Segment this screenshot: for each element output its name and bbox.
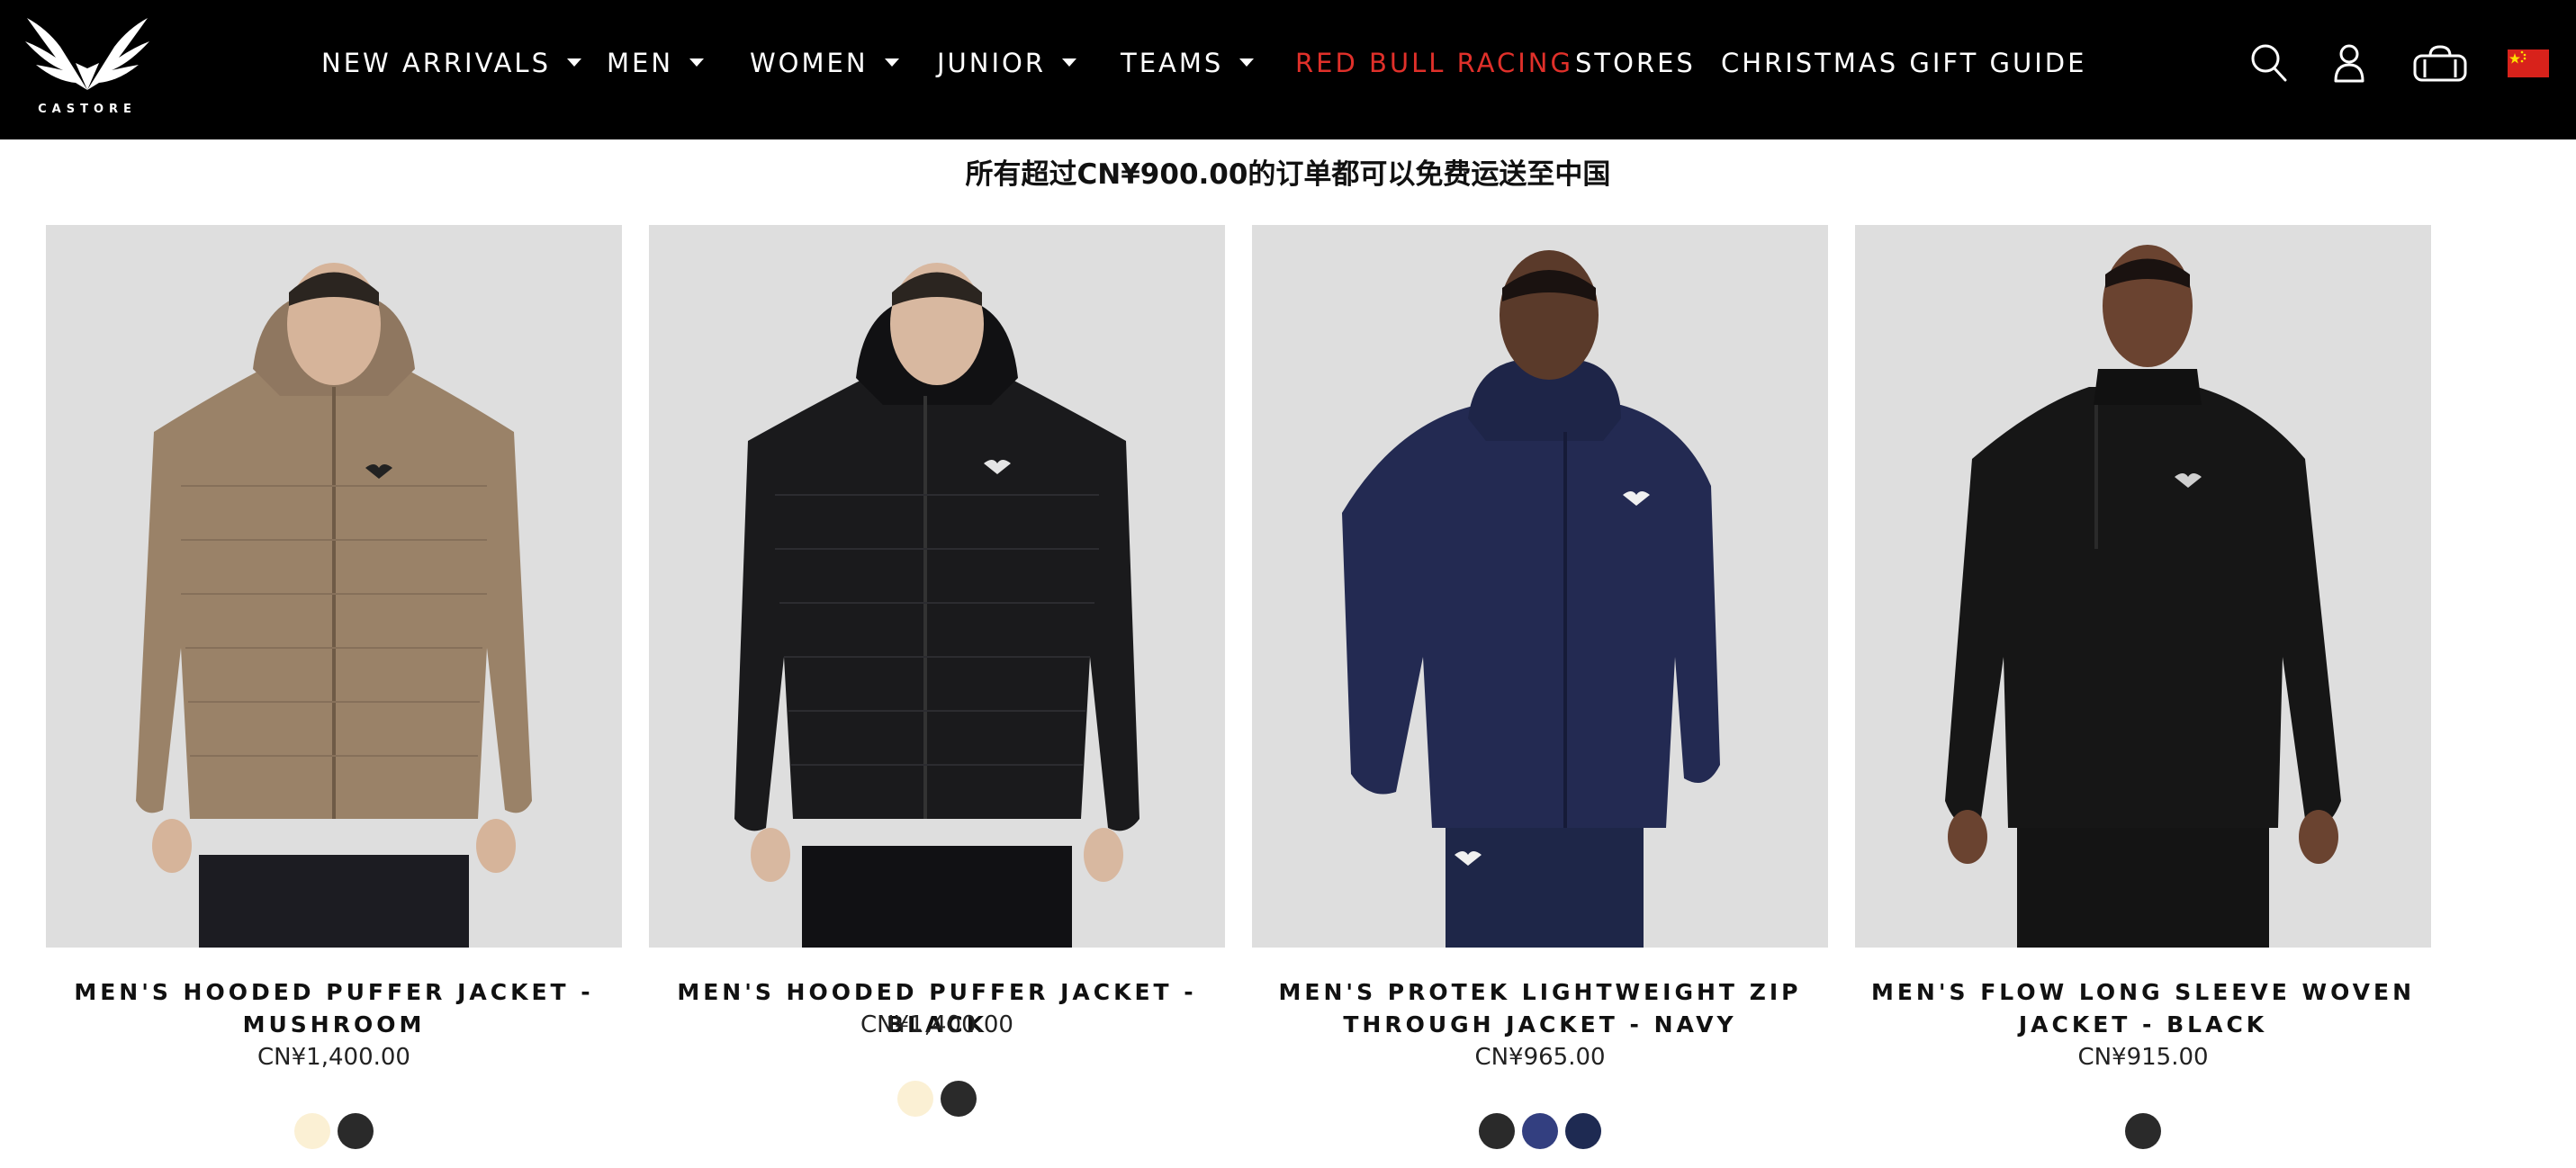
model-jacket-image [1342,250,1720,948]
caret-down-icon [1239,58,1255,67]
color-swatches [46,1113,622,1153]
wings-logo-icon [25,18,149,90]
product-price: CN¥965.00 [1474,1044,1606,1071]
swatch-black[interactable] [2125,1113,2161,1149]
caret-down-icon [567,58,581,67]
nav-new-arrivals-label: NEW ARRIVALS [321,48,551,78]
nav-christmas-gift-guide[interactable]: CHRISTMAS GIFT GUIDE [1721,41,2086,85]
bag-icon[interactable] [2412,43,2468,86]
swatch-navy[interactable] [1565,1113,1601,1149]
swatch-black[interactable] [338,1113,374,1149]
nav-women[interactable]: WOMEN [750,41,899,85]
caret-down-icon [689,58,705,67]
free-shipping-banner: 所有超过CN¥900.00的订单都可以免费运送至中国 [965,158,1611,191]
swatch-blue[interactable] [1522,1113,1558,1149]
color-swatches [1855,1113,2431,1153]
nav-men[interactable]: MEN [607,41,705,85]
color-swatches [1252,1113,1828,1153]
nav-red-bull-racing[interactable]: RED BULL RACING [1295,41,1573,85]
nav-men-label: MEN [607,48,674,78]
nav-teams-label: TEAMS [1121,48,1224,78]
swatch-black[interactable] [1479,1113,1515,1149]
product-image[interactable] [1855,225,2431,948]
product-image[interactable] [649,225,1225,948]
account-icon[interactable] [2333,43,2365,86]
nav-junior-label: JUNIOR [937,48,1047,78]
model-jacket-image [1945,245,2341,948]
product-price: CN¥1,400.00 [257,1044,410,1071]
nav-stores[interactable]: STORES [1575,41,1696,85]
logo-wordmark: CASTORE [38,103,137,116]
swatch-black[interactable] [941,1081,977,1117]
model-jacket-image [136,263,532,948]
nav-junior[interactable]: JUNIOR [937,41,1077,85]
product-image[interactable] [46,225,622,948]
swatch-cream[interactable] [294,1113,330,1149]
product-price: CN¥915.00 [2077,1044,2209,1071]
color-swatches [649,1081,1225,1120]
search-icon[interactable] [2250,43,2288,86]
castore-logo[interactable]: CASTORE [20,11,155,119]
product-image[interactable] [1252,225,1828,948]
site-header: CASTORE NEW ARRIVALS MEN WOMEN JUNIOR TE… [0,0,2576,139]
nav-teams[interactable]: TEAMS [1121,41,1255,85]
product-name[interactable]: MEN'S HOODED PUFFER JACKET - MUSHROOM [28,976,640,1041]
caret-down-icon [884,58,899,67]
swatch-cream[interactable] [897,1081,933,1117]
model-jacket-image [734,263,1139,948]
product-name[interactable]: MEN'S FLOW LONG SLEEVE WOVEN JACKET - BL… [1837,976,2449,1041]
nav-women-label: WOMEN [750,48,869,78]
china-flag-icon[interactable] [2508,49,2549,77]
product-price: CN¥1,400.00 [860,1011,1013,1038]
caret-down-icon [1062,58,1077,67]
nav-new-arrivals[interactable]: NEW ARRIVALS [321,41,581,85]
product-name[interactable]: MEN'S PROTEK LIGHTWEIGHT ZIP THROUGH JAC… [1234,976,1846,1041]
